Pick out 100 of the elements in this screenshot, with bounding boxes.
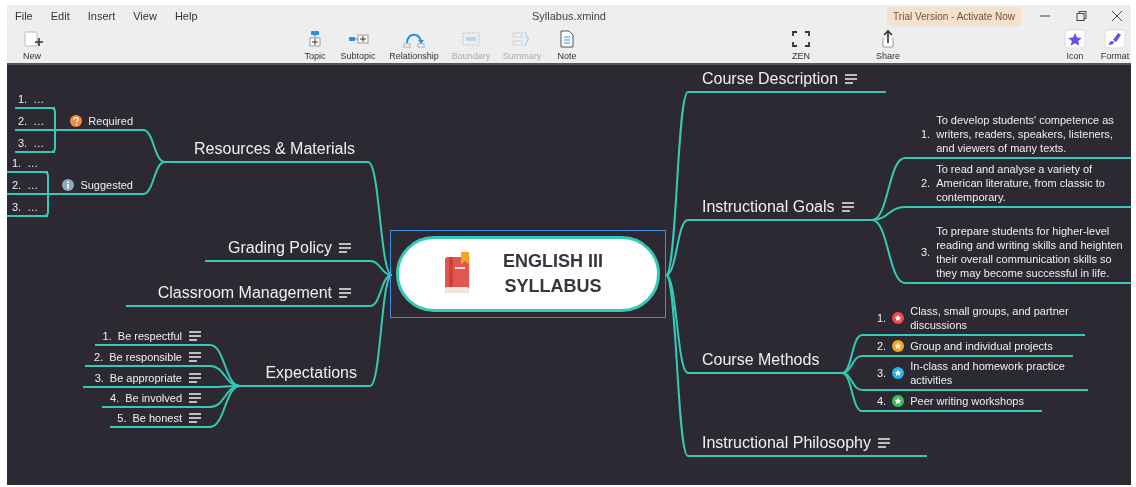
- menu-item[interactable]: View: [125, 10, 165, 22]
- topic[interactable]: Classroom Management: [126, 282, 370, 307]
- trial-badge[interactable]: Trial Version - Activate Now: [887, 6, 1021, 26]
- topic[interactable]: 1. Class, small groups, and partner discussions: [862, 303, 1085, 336]
- item-number: 2.: [12, 179, 22, 191]
- topic[interactable]: Grading Policy: [205, 237, 370, 262]
- connector-line: [142, 129, 166, 163]
- brush-icon: [1104, 29, 1126, 49]
- subtopic-title: Be respectful: [117, 330, 182, 342]
- star-marker-icon: [892, 395, 905, 407]
- subtopic-title: Suggested: [80, 179, 133, 191]
- item-number: 1.: [877, 312, 887, 324]
- item-number: 4.: [877, 395, 887, 407]
- topic-title: Classroom Management: [157, 284, 332, 302]
- share-button[interactable]: Share: [858, 27, 918, 61]
- subtopic-title: To prepare students for higher-level reading and writing skills and heighten their overall communication skills so they may become successful in life.: [936, 224, 1124, 280]
- topic[interactable]: Required: [55, 114, 143, 131]
- subtopic-title: Group and individual projects: [910, 339, 1054, 353]
- subtopic-button[interactable]: Subtopic: [337, 27, 379, 61]
- new-button[interactable]: New: [2, 27, 62, 61]
- item-number: 2.: [18, 115, 28, 127]
- topic-button[interactable]: Topic: [294, 27, 336, 61]
- fullscreen-icon: [790, 29, 812, 49]
- subtopic-title: Class, small groups, and partner discussions: [910, 304, 1070, 332]
- boundary-icon: [460, 29, 482, 49]
- icon-button[interactable]: Icon: [1056, 27, 1094, 61]
- item-number: 4.: [109, 392, 120, 404]
- menu-item[interactable]: File: [7, 10, 41, 22]
- info-icon: [62, 179, 75, 191]
- add-page-icon: [21, 29, 43, 49]
- topic[interactable]: Course Methods: [688, 349, 842, 374]
- zen-button[interactable]: ZEN: [771, 27, 831, 61]
- star-marker-icon: [892, 367, 905, 379]
- topic[interactable]: 5. Be honest: [110, 411, 210, 428]
- topic[interactable]: 1. To develop students' competence as writers, readers, speakers, listeners, and viewers of many texts.: [905, 112, 1131, 159]
- item-number: 1.: [12, 157, 22, 169]
- topic[interactable]: Course Description: [688, 68, 886, 93]
- topic-title: Instructional Philosophy: [702, 434, 871, 452]
- subtopic-title: Required: [88, 115, 133, 127]
- subtopic-title: To read and analyse a variety of American literature, from classic to contemporary.: [936, 162, 1106, 204]
- item-number: 3.: [921, 246, 931, 258]
- subtopic-title: Be responsible: [109, 351, 182, 363]
- topic[interactable]: 4. Be involved: [102, 391, 210, 408]
- topic[interactable]: Expectations: [240, 362, 370, 387]
- item-number: 1.: [18, 93, 28, 105]
- topic[interactable]: 3. To prepare students for higher-level reading and writing skills and heighten their overall communication skills so they may become successful in life.: [905, 223, 1131, 284]
- question-icon: [70, 115, 83, 127]
- subtopic-title: …: [33, 137, 45, 149]
- connector-line: [50, 107, 56, 153]
- central-topic[interactable]: ENGLISH III SYLLABUS: [396, 236, 660, 312]
- format-button[interactable]: Format: [1096, 27, 1134, 61]
- topic[interactable]: Suggested: [48, 178, 143, 195]
- topic[interactable]: Resources & Materials: [165, 138, 368, 163]
- item-number: 1.: [921, 128, 931, 140]
- topic[interactable]: 1. …: [15, 92, 55, 109]
- item-number: 3.: [18, 137, 28, 149]
- topic-title: Grading Policy: [227, 239, 332, 257]
- item-number: 1.: [102, 330, 112, 342]
- subtopic-title: Be appropriate: [109, 372, 182, 384]
- window-title: Syllabus.xmind: [532, 10, 606, 22]
- connector-line: [142, 161, 166, 195]
- topic[interactable]: 3. In-class and homework practice activities: [862, 358, 1088, 391]
- topic[interactable]: 1. …: [7, 156, 48, 173]
- item-number: 3.: [94, 372, 104, 384]
- topic[interactable]: 1. Be respectful: [95, 329, 210, 346]
- topic[interactable]: 2. Group and individual projects: [862, 338, 1073, 357]
- menu-item[interactable]: Insert: [79, 10, 124, 22]
- item-number: 2.: [921, 177, 931, 189]
- topic[interactable]: 3. …: [15, 136, 55, 153]
- topic-title: Resources & Materials: [194, 140, 355, 158]
- topic[interactable]: Instructional Philosophy: [688, 432, 927, 457]
- connector-line: [43, 171, 49, 217]
- topic[interactable]: 2. To read and analyse a variety of American literature, from classic to contemporary.: [905, 161, 1131, 208]
- topic[interactable]: 2. …: [15, 114, 55, 131]
- topic-title: Course Methods: [702, 351, 820, 369]
- star-marker-icon: [892, 340, 905, 352]
- central-topic-title: ENGLISH III SYLLABUS: [502, 250, 604, 298]
- item-number: 2.: [877, 340, 887, 352]
- topic[interactable]: 3. Be appropriate: [83, 371, 210, 388]
- topic[interactable]: 3. …: [7, 200, 48, 217]
- topic[interactable]: Instructional Goals: [688, 196, 872, 221]
- topic[interactable]: 4. Peer writing workshops: [862, 393, 1042, 412]
- subtopic-title: Be involved: [125, 392, 182, 404]
- item-number: 2.: [94, 351, 104, 363]
- subtopic-title: …: [33, 93, 45, 105]
- menu-item[interactable]: Help: [166, 10, 206, 22]
- subtopic-title: …: [27, 201, 39, 213]
- topic[interactable]: 2. Be responsible: [85, 350, 210, 367]
- subtopic-title: In-class and homework practice activities: [910, 359, 1066, 387]
- topic-title: Expectations: [265, 364, 357, 382]
- subtopic-title: Peer writing workshops: [910, 394, 1025, 408]
- subtopic-title: To develop students' competence as writers, readers, speakers, listeners, and viewers of many texts.: [936, 113, 1115, 155]
- subtopic-title: …: [27, 157, 39, 169]
- topic-title: Instructional Goals: [702, 198, 835, 216]
- menu-item[interactable]: Edit: [42, 10, 78, 22]
- topic[interactable]: 2. …: [7, 178, 48, 195]
- item-number: 3.: [877, 367, 887, 379]
- relationship-button[interactable]: Relationship: [387, 27, 441, 61]
- note-button[interactable]: Note: [545, 27, 589, 61]
- subtopic-title: Be honest: [132, 412, 182, 424]
